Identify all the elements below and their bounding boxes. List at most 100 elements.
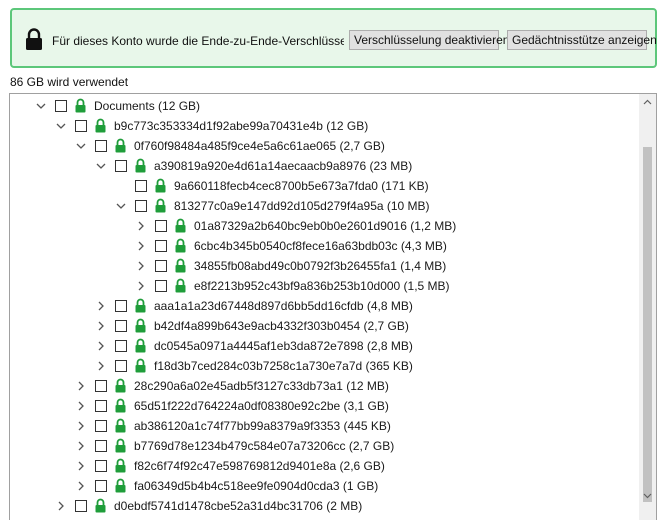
chevron-right-icon[interactable] [136, 281, 146, 291]
item-checkbox[interactable] [95, 400, 107, 412]
tree-item[interactable]: b7769d78e1234b479c584e07a73206cc (2,7 GB… [10, 436, 636, 456]
item-checkbox[interactable] [155, 240, 167, 252]
tree-item[interactable]: e8f2213b952c43bf9a836b253b10d000 (1,5 MB… [10, 276, 636, 296]
encryption-banner: Für dieses Konto wurde die Ende-zu-Ende-… [10, 8, 657, 68]
encrypted-lock-icon [115, 478, 126, 493]
item-checkbox[interactable] [95, 420, 107, 432]
tree-item[interactable]: Documents (12 GB) [10, 96, 636, 116]
scroll-up-arrow-icon[interactable] [639, 94, 656, 111]
chevron-right-icon[interactable] [136, 261, 146, 271]
tree-item-label: 6cbc4b345b0540cf8fece16a63bdb03c (4,3 MB… [194, 239, 447, 253]
tree-item-label: 01a87329a2b640bc9eb0b0e2601d9016 (1,2 MB… [194, 219, 457, 233]
chevron-right-icon[interactable] [56, 501, 66, 511]
item-checkbox[interactable] [75, 120, 87, 132]
item-checkbox[interactable] [95, 480, 107, 492]
item-checkbox[interactable] [115, 300, 127, 312]
tree-item[interactable]: b9c773c353334d1f92abe99a70431e4b (12 GB) [10, 116, 636, 136]
chevron-right-icon[interactable] [96, 361, 106, 371]
tree-item[interactable]: 0f760f98484a485f9ce4e5a6c61ae065 (2,7 GB… [10, 136, 636, 156]
tree-item[interactable]: 6cbc4b345b0540cf8fece16a63bdb03c (4,3 MB… [10, 236, 636, 256]
chevron-right-icon[interactable] [96, 321, 106, 331]
storage-usage-text: 86 GB wird verwendet [10, 75, 129, 89]
tree-item-label: 0f760f98484a485f9ce4e5a6c61ae065 (2,7 GB… [134, 139, 385, 153]
item-checkbox[interactable] [55, 100, 67, 112]
encryption-message: Für dieses Konto wurde die Ende-zu-Ende-… [52, 34, 344, 48]
show-mnemonic-button[interactable]: Gedächtnisstütze anzeigen [507, 30, 657, 50]
tree-item[interactable]: 28c290a6a02e45adb5f3127c33db73a1 (12 MB) [10, 376, 636, 396]
chevron-right-icon[interactable] [76, 381, 86, 391]
folder-tree[interactable]: Documents (12 GB) b9c773c353334d1f92abe99… [9, 93, 657, 520]
tree-item[interactable]: f18d3b7ced284c03b7258c1a730e7a7d (365 KB… [10, 356, 636, 376]
item-checkbox[interactable] [115, 340, 127, 352]
encrypted-lock-icon [135, 338, 146, 353]
encrypted-lock-icon [115, 438, 126, 453]
chevron-right-icon[interactable] [76, 421, 86, 431]
tree-item[interactable]: aaa1a1a23d67448d897d6bb5dd16cfdb (4,8 MB… [10, 296, 636, 316]
tree-item[interactable]: f82c6f74f92c47e598769812d9401e8a (2,6 GB… [10, 456, 636, 476]
tree-item[interactable]: ab386120a1c74f77bb99a8379a9f3353 (445 KB… [10, 416, 636, 436]
chevron-right-icon[interactable] [96, 341, 106, 351]
encrypted-lock-icon [115, 378, 126, 393]
tree-item-label: Documents (12 GB) [94, 99, 201, 113]
chevron-right-icon[interactable] [76, 461, 86, 471]
tree-item-label: ab386120a1c74f77bb99a8379a9f3353 (445 KB… [134, 419, 391, 433]
item-checkbox[interactable] [95, 140, 107, 152]
encrypted-lock-icon [155, 178, 166, 193]
disable-encryption-button[interactable]: Verschlüsselung deaktivieren [349, 30, 509, 50]
encrypted-lock-icon [135, 358, 146, 373]
chevron-down-icon[interactable] [116, 201, 126, 211]
vertical-scrollbar[interactable] [639, 94, 656, 520]
scrollbar-thumb[interactable] [643, 147, 652, 502]
chevron-right-icon[interactable] [76, 481, 86, 491]
item-checkbox[interactable] [155, 260, 167, 272]
chevron-right-icon[interactable] [76, 401, 86, 411]
tree-item-label: 65d51f222d764224a0df08380e92c2be (3,1 GB… [134, 399, 389, 413]
chevron-right-icon[interactable] [136, 221, 146, 231]
chevron-down-icon[interactable] [56, 121, 66, 131]
chevron-down-icon[interactable] [36, 101, 46, 111]
item-checkbox[interactable] [115, 160, 127, 172]
item-checkbox[interactable] [115, 320, 127, 332]
tree-item-label: b7769d78e1234b479c584e07a73206cc (2,7 GB… [134, 439, 395, 453]
chevron-down-icon[interactable] [76, 141, 86, 151]
encrypted-lock-icon [155, 198, 166, 213]
tree-item-label: fa06349d5b4b4c518ee9fe0904d0cda3 (1 GB) [134, 479, 379, 493]
tree-item[interactable]: 01a87329a2b640bc9eb0b0e2601d9016 (1,2 MB… [10, 216, 636, 236]
tree-item[interactable]: fa06349d5b4b4c518ee9fe0904d0cda3 (1 GB) [10, 476, 636, 496]
lock-icon [26, 28, 42, 50]
item-checkbox[interactable] [95, 380, 107, 392]
tree-item-label: 28c290a6a02e45adb5f3127c33db73a1 (12 MB) [134, 379, 389, 393]
tree-item[interactable]: 9a660118fecb4cec8700b5e673a7fda0 (171 KB… [10, 176, 636, 196]
scroll-down-arrow-icon[interactable] [639, 487, 656, 504]
item-checkbox[interactable] [95, 440, 107, 452]
encrypted-lock-icon [95, 118, 106, 133]
chevron-right-icon[interactable] [96, 301, 106, 311]
item-checkbox[interactable] [95, 460, 107, 472]
tree-item[interactable]: 813277c0a9e147dd92d105d279f4a95a (10 MB) [10, 196, 636, 216]
tree-item-label: aaa1a1a23d67448d897d6bb5dd16cfdb (4,8 MB… [154, 299, 413, 313]
encrypted-lock-icon [175, 258, 186, 273]
tree-item[interactable]: b42df4a899b643e9acb4332f303b0454 (2,7 GB… [10, 316, 636, 336]
chevron-right-icon[interactable] [76, 441, 86, 451]
encrypted-lock-icon [95, 498, 106, 513]
tree-item[interactable]: 34855fb08abd49c0b0792f3b26455fa1 (1,4 MB… [10, 256, 636, 276]
encrypted-lock-icon [75, 98, 86, 113]
tree-item-label: b9c773c353334d1f92abe99a70431e4b (12 GB) [114, 119, 369, 133]
item-checkbox[interactable] [155, 280, 167, 292]
tree-item[interactable]: dc0545a0971a4445af1eb3da872e7898 (2,8 MB… [10, 336, 636, 356]
encrypted-lock-icon [115, 418, 126, 433]
tree-item[interactable]: d0ebdf5741d1478cbe52a31d4bc31706 (2 MB) [10, 496, 636, 516]
chevron-down-icon[interactable] [96, 161, 106, 171]
tree-item-label: dc0545a0971a4445af1eb3da872e7898 (2,8 MB… [154, 339, 413, 353]
tree-item[interactable]: 65d51f222d764224a0df08380e92c2be (3,1 GB… [10, 396, 636, 416]
item-checkbox[interactable] [115, 360, 127, 372]
tree-item[interactable]: a390819a920e4d61a14aecaacb9a8976 (23 MB) [10, 156, 636, 176]
item-checkbox[interactable] [135, 200, 147, 212]
chevron-right-icon[interactable] [136, 241, 146, 251]
tree-item-label: b42df4a899b643e9acb4332f303b0454 (2,7 GB… [154, 319, 409, 333]
item-checkbox[interactable] [135, 180, 147, 192]
item-checkbox[interactable] [155, 220, 167, 232]
item-checkbox[interactable] [75, 500, 87, 512]
tree-item-label: 34855fb08abd49c0b0792f3b26455fa1 (1,4 MB… [194, 259, 447, 273]
encrypted-lock-icon [175, 278, 186, 293]
